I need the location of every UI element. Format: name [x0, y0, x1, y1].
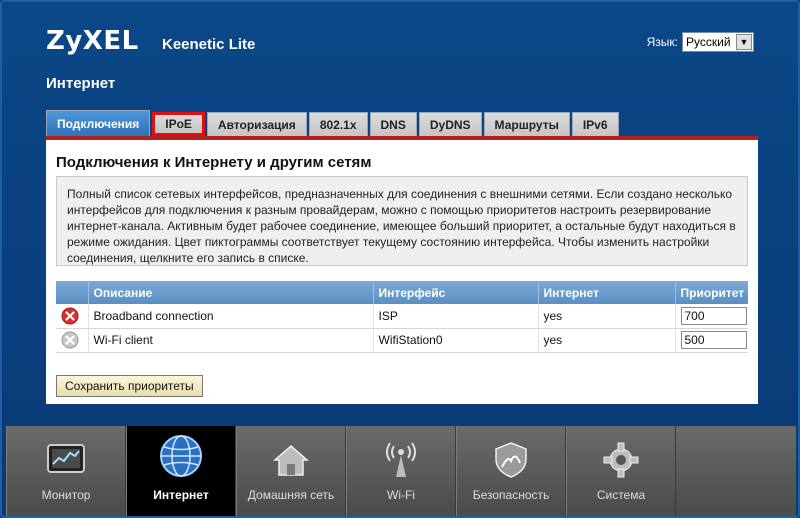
nav-label: Безопасность — [472, 488, 550, 502]
priority-input[interactable]: 700 — [680, 306, 747, 325]
content-panel: Подключения к Интернету и другим сетям П… — [46, 136, 758, 404]
status-column-header — [56, 281, 89, 304]
tab-dns[interactable]: DNS — [369, 112, 417, 136]
row-description: Wi-Fi client — [88, 328, 374, 353]
tab-ipoe[interactable]: IPoE — [152, 112, 205, 136]
row-internet: yes — [538, 304, 676, 329]
nav-label: Монитор — [41, 488, 91, 502]
table-header-row: Описание Интерфейс Интернет Приоритет — [56, 281, 748, 304]
page-title: Интернет — [46, 75, 116, 92]
row-internet: yes — [538, 328, 676, 353]
error-status-icon — [61, 307, 79, 325]
connections-table: Описание Интерфейс Интернет Приоритет Br… — [56, 281, 748, 353]
nav-item-monitor[interactable]: Монитор — [6, 426, 126, 516]
nav-label: Домашняя сеть — [247, 488, 335, 502]
priority-cell: 700 — [675, 304, 748, 329]
tab-dydns[interactable]: DyDNS — [418, 112, 482, 136]
nav-item-internet[interactable]: Интернет — [126, 426, 236, 516]
status-cell — [56, 304, 89, 329]
language-value: Русский — [686, 35, 731, 49]
tab-connections[interactable]: Подключения — [46, 110, 151, 136]
description-box: Полный список сетевых интерфейсов, предн… — [56, 176, 748, 266]
row-description: Broadband connection — [88, 304, 374, 329]
gear-icon — [599, 440, 643, 480]
shield-icon — [489, 440, 533, 480]
tab-bar: Подключения IPoE Авторизация 802.1x DNS … — [46, 110, 621, 136]
tab-routes[interactable]: Маршруты — [483, 112, 570, 136]
priority-cell: 500 — [675, 328, 748, 353]
model-name: Keenetic Lite — [162, 36, 256, 53]
nav-item-security[interactable]: Безопасность — [456, 426, 566, 516]
nav-label: Интернет — [153, 488, 209, 502]
nav-label: Wi-Fi — [387, 488, 415, 502]
language-selector: Язык: Русский ▼ — [647, 32, 754, 52]
nav-item-home-network[interactable]: Домашняя сеть — [236, 426, 346, 516]
priority-column-header: Приоритет — [675, 281, 748, 304]
monitor-icon — [44, 440, 88, 480]
priority-input[interactable]: 500 — [680, 331, 747, 349]
home-icon — [269, 440, 313, 480]
tab-authorization[interactable]: Авторизация — [206, 112, 307, 136]
interface-column-header: Интерфейс — [373, 281, 539, 304]
description-column-header: Описание — [88, 281, 374, 304]
save-priorities-button[interactable]: Сохранить приоритеты — [56, 375, 203, 397]
globe-icon — [157, 432, 205, 480]
chevron-down-icon[interactable]: ▼ — [736, 34, 752, 50]
language-label: Язык: — [646, 35, 678, 49]
table-row[interactable]: Broadband connection ISP yes 700 — [56, 304, 748, 329]
bottom-navigation: Монитор Интернет Домашняя сеть Wi-Fi Без… — [6, 426, 796, 516]
tab-ipv6[interactable]: IPv6 — [571, 112, 619, 136]
inactive-status-icon — [61, 331, 79, 349]
status-cell — [56, 328, 89, 353]
nav-item-wifi[interactable]: Wi-Fi — [346, 426, 456, 516]
wifi-antenna-icon — [379, 440, 423, 480]
tab-8021x[interactable]: 802.1x — [308, 112, 368, 136]
nav-item-system[interactable]: Система — [566, 426, 676, 516]
nav-label: Система — [596, 488, 646, 502]
language-select[interactable]: Русский ▼ — [682, 32, 754, 52]
app-window: ZyXEL Keenetic Lite Язык: Русский ▼ Инте… — [0, 0, 800, 518]
row-interface: WifiStation0 — [373, 328, 539, 353]
row-interface: ISP — [373, 304, 539, 329]
internet-column-header: Интернет — [538, 281, 676, 304]
brand-logo: ZyXEL — [46, 26, 139, 56]
table-row[interactable]: Wi-Fi client WifiStation0 yes 500 — [56, 328, 748, 353]
panel-title: Подключения к Интернету и другим сетям — [56, 154, 372, 171]
